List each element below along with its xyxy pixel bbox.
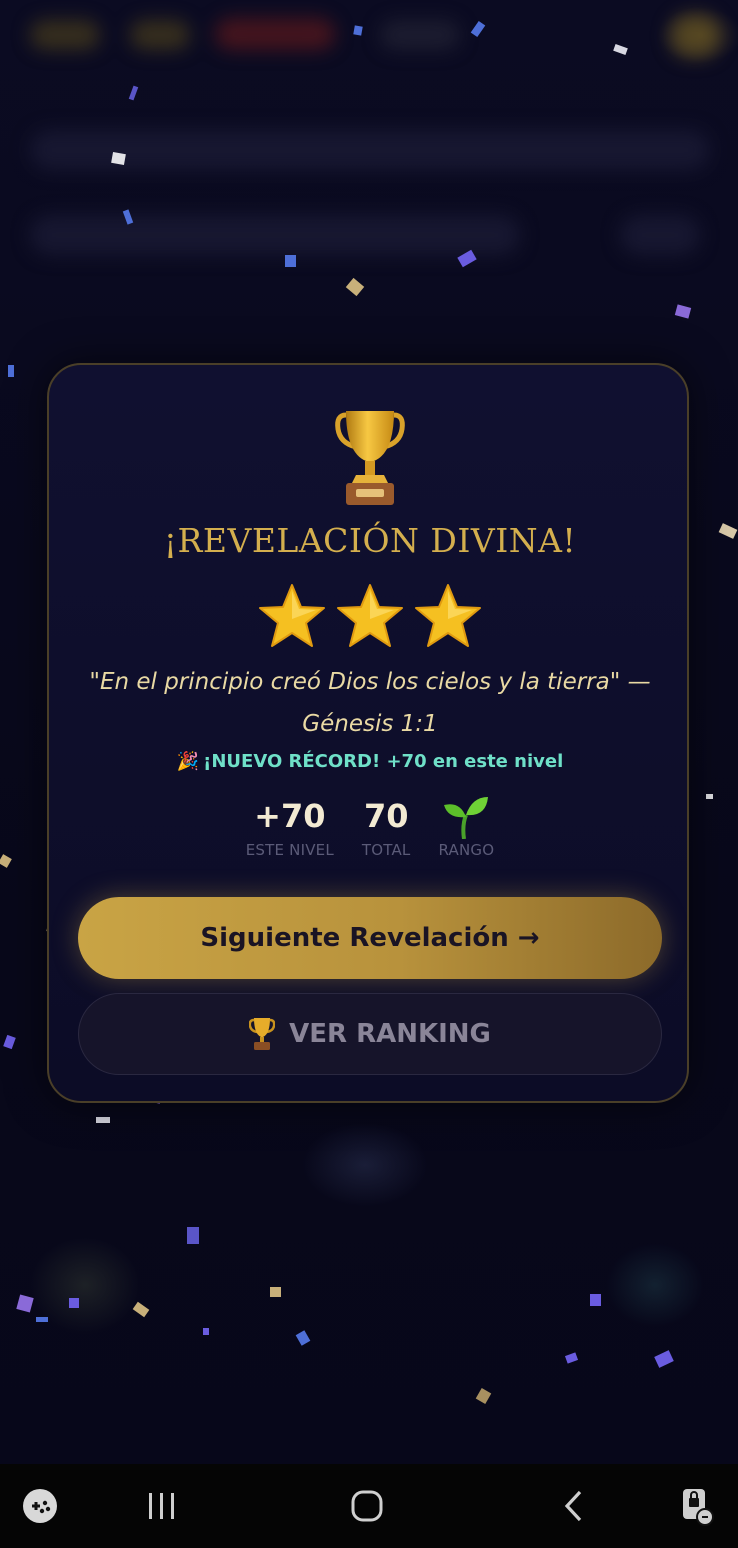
result-modal: ¡REVELACIÓN DIVINA! "En el principio cre… xyxy=(47,363,689,1103)
stat-value: 70 xyxy=(363,797,409,835)
stat-label: ESTE NIVEL xyxy=(245,841,334,859)
system-navigation-bar xyxy=(0,1464,738,1548)
new-record-banner: 🎉 ¡NUEVO RÉCORD! +70 en este nivel xyxy=(49,751,691,772)
next-revelation-button[interactable]: Siguiente Revelación → xyxy=(78,897,662,979)
sprout-icon xyxy=(444,797,489,839)
view-ranking-label: VER RANKING xyxy=(289,1019,491,1049)
stat-label: RANGO xyxy=(438,841,495,859)
back-icon[interactable] xyxy=(552,1484,596,1528)
new-record-text: ¡NUEVO RÉCORD! +70 en este nivel xyxy=(203,751,564,772)
recent-apps-icon[interactable] xyxy=(139,1484,183,1528)
game-launcher-icon[interactable] xyxy=(18,1484,62,1528)
star-icon xyxy=(336,583,404,649)
party-popper-icon: 🎉 xyxy=(176,751,200,772)
blurred-background xyxy=(0,0,738,340)
stat-rank: RANGO xyxy=(439,793,495,859)
stat-level-score: +70 ESTE NIVEL xyxy=(246,793,334,859)
modal-title: ¡REVELACIÓN DIVINA! xyxy=(163,521,577,560)
screen-lock-icon[interactable] xyxy=(674,1484,718,1528)
trophy-icon xyxy=(249,1018,276,1050)
star-icon xyxy=(258,583,326,649)
trophy-icon xyxy=(335,411,405,505)
bible-verse-quote: "En el principio creó Dios los cielos y … xyxy=(89,669,651,737)
stat-total-score: 70 TOTAL xyxy=(362,793,411,859)
stats-row: +70 ESTE NIVEL 70 TOTAL RANGO xyxy=(49,793,691,859)
star-rating xyxy=(49,583,691,649)
screen: ¡REVELACIÓN DIVINA! "En el principio cre… xyxy=(0,0,738,1548)
view-ranking-button[interactable]: VER RANKING xyxy=(78,993,662,1075)
home-icon[interactable] xyxy=(345,1484,389,1528)
stat-label: TOTAL xyxy=(361,841,411,859)
stat-value: +70 xyxy=(254,797,326,835)
next-revelation-label: Siguiente Revelación → xyxy=(200,923,540,953)
star-icon xyxy=(414,583,482,649)
